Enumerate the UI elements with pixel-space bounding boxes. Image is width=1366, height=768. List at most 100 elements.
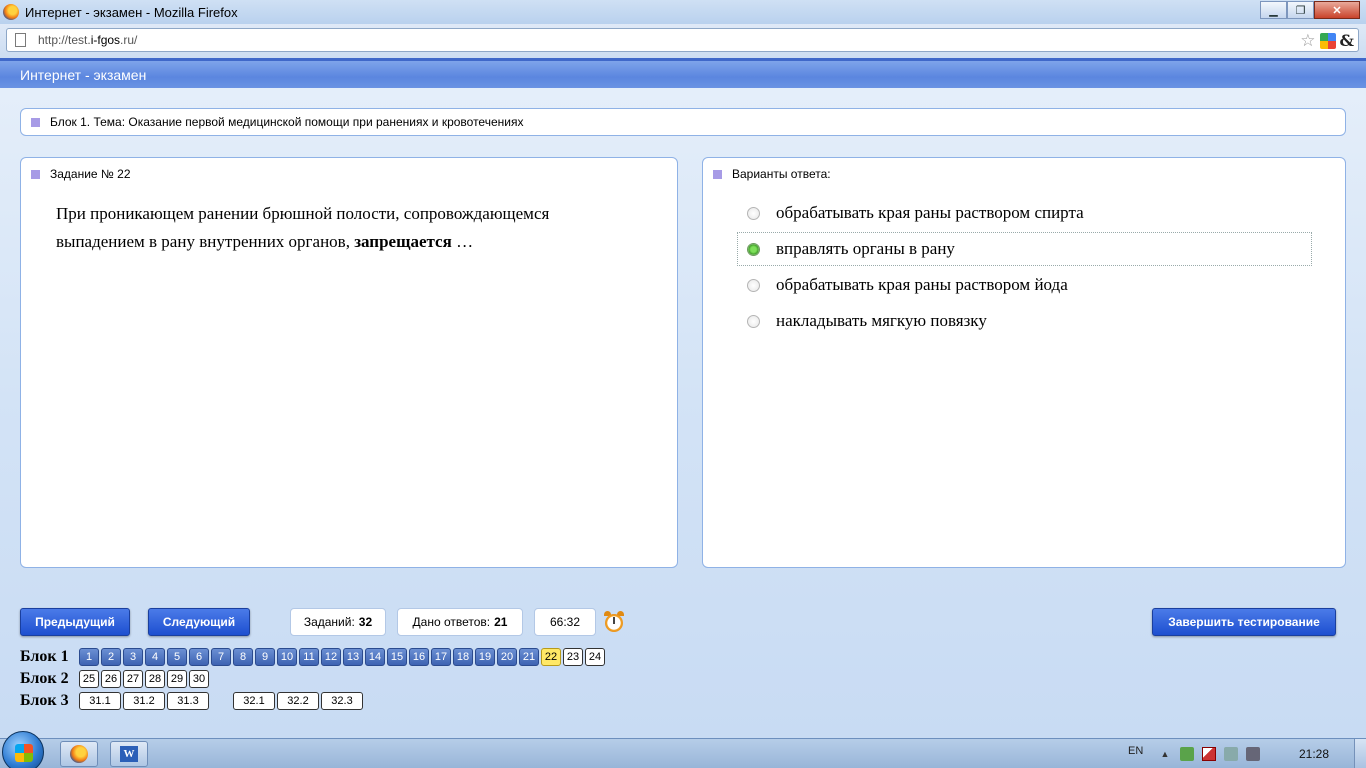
show-desktop-button[interactable] <box>1354 739 1366 768</box>
window-title: Интернет - экзамен - Mozilla Firefox <box>25 4 238 20</box>
question-nav-open[interactable]: 23 <box>563 648 583 666</box>
answer-option[interactable]: накладывать мягкую повязку <box>737 304 1312 338</box>
tasks-value: 32 <box>358 615 373 629</box>
question-panel: Задание № 22 При проникающем ранении брю… <box>20 157 678 568</box>
block-label: Блок 3 <box>20 692 69 709</box>
radio-button[interactable] <box>747 314 760 328</box>
minimize-button[interactable]: ▁ <box>1260 1 1287 19</box>
block-label: Блок 1 <box>20 648 69 665</box>
finish-test-button[interactable]: Завершить тестирование <box>1152 608 1336 636</box>
question-nav-answered[interactable]: 13 <box>343 648 363 666</box>
question-text: При проникающем ранении брюшной полости,… <box>56 200 636 256</box>
next-button[interactable]: Следующий <box>148 608 250 636</box>
answer-label: обрабатывать края раны раствором йода <box>776 275 1068 294</box>
question-nav-answered[interactable]: 1 <box>79 648 99 666</box>
previous-button[interactable]: Предыдущий <box>20 608 130 636</box>
question-nav-open[interactable]: 25 <box>79 670 99 688</box>
url-host: i-fgos <box>90 33 121 47</box>
language-indicator[interactable]: EN <box>1128 745 1143 757</box>
bullet-square-icon <box>31 117 40 127</box>
question-nav-open[interactable]: 26 <box>101 670 121 688</box>
question-nav-answered[interactable]: 14 <box>365 648 385 666</box>
answered-label: Дано ответов: <box>412 615 491 629</box>
question-nav-open[interactable]: 32.2 <box>277 692 319 710</box>
block-label: Блок 2 <box>20 670 69 687</box>
question-nav-answered[interactable]: 19 <box>475 648 495 666</box>
url-prefix: http://test. <box>38 33 91 47</box>
network-icon[interactable] <box>1180 747 1194 761</box>
question-nav-answered[interactable]: 15 <box>387 648 407 666</box>
page-icon <box>15 33 26 47</box>
window-controls: ▁ ❐ ✕ <box>1260 1 1360 19</box>
question-nav-answered[interactable]: 17 <box>431 648 451 666</box>
answer-option[interactable]: обрабатывать края раны раствором йода <box>737 268 1312 302</box>
radio-button[interactable] <box>747 278 760 292</box>
taskbar-word[interactable]: W <box>110 741 148 767</box>
alarm-clock-icon <box>604 611 624 633</box>
question-nav-answered[interactable]: 3 <box>123 648 143 666</box>
maximize-button[interactable]: ❐ <box>1287 1 1314 19</box>
question-nav-open[interactable]: 32.3 <box>321 692 363 710</box>
question-navigator: 1 2 3 4 5 6 7 8 9 10 11 12 13 14 15 16 17 18 19 20 21 22 23 24 <box>79 648 605 666</box>
question-nav-open[interactable]: 32.1 <box>233 692 275 710</box>
question-panel-header: Задание № 22 <box>21 167 131 181</box>
show-hidden-icons-icon[interactable]: ▲ <box>1158 747 1172 761</box>
question-nav-answered[interactable]: 4 <box>145 648 165 666</box>
answered-value: 21 <box>494 615 508 629</box>
question-nav-answered[interactable]: 20 <box>497 648 517 666</box>
url-bar[interactable]: http://test.i-fgos.ru/ ☆ & <box>6 28 1359 52</box>
question-ellipsis: … <box>451 232 474 251</box>
question-nav-open[interactable]: 28 <box>145 670 165 688</box>
question-nav-answered[interactable]: 9 <box>255 648 275 666</box>
taskbar-firefox[interactable] <box>60 741 98 767</box>
question-nav-answered[interactable]: 18 <box>453 648 473 666</box>
start-button[interactable] <box>2 731 44 768</box>
question-nav-open[interactable]: 24 <box>585 648 605 666</box>
question-nav-open[interactable]: 31.1 <box>79 692 121 710</box>
answered-count: Дано ответов: 21 <box>397 608 523 636</box>
block-row-1: Блок 1 1 2 3 4 5 6 7 8 9 10 11 12 13 14 15 16 17 18 19 20 21… <box>20 648 605 666</box>
bookmark-star-icon[interactable]: ☆ <box>1300 31 1315 50</box>
volume-icon[interactable] <box>1224 747 1238 761</box>
question-nav-current[interactable]: 22 <box>541 648 561 666</box>
question-nav-open[interactable]: 27 <box>123 670 143 688</box>
radio-button[interactable] <box>747 206 760 220</box>
bullet-square-icon <box>713 169 722 179</box>
question-nav-answered[interactable]: 2 <box>101 648 121 666</box>
url-suffix: .ru/ <box>120 33 138 47</box>
question-nav-open[interactable]: 31.2 <box>123 692 165 710</box>
navigator-spacer <box>211 692 231 710</box>
radio-button-checked[interactable] <box>747 242 760 256</box>
page-title: Интернет - экзамен <box>20 67 147 83</box>
block-row-3: Блок 3 31.1 31.2 31.3 32.1 32.2 32.3 <box>20 692 363 710</box>
question-nav-answered[interactable]: 8 <box>233 648 253 666</box>
question-nav-answered[interactable]: 7 <box>211 648 231 666</box>
firefox-icon <box>70 745 88 763</box>
url-bar-actions: ☆ & <box>1300 31 1354 50</box>
tasks-count: Заданий: 32 <box>290 608 386 636</box>
window-titlebar: Интернет - экзамен - Mozilla Firefox ▁ ❐… <box>0 0 1366 24</box>
question-nav-open[interactable]: 30 <box>189 670 209 688</box>
taskbar: W EN ▲ 21:28 <box>0 731 1366 768</box>
question-nav-answered[interactable]: 11 <box>299 648 319 666</box>
url-text[interactable]: http://test.i-fgos.ru/ <box>38 33 137 47</box>
question-nav-open[interactable]: 29 <box>167 670 187 688</box>
question-nav-answered[interactable]: 12 <box>321 648 341 666</box>
question-nav-answered[interactable]: 10 <box>277 648 297 666</box>
google-icon[interactable] <box>1319 32 1336 49</box>
action-center-flag-icon[interactable] <box>1202 747 1216 761</box>
clock[interactable]: 21:28 <box>1299 747 1329 761</box>
answer-option-selected[interactable]: вправлять органы в рану <box>737 232 1312 266</box>
power-icon[interactable] <box>1246 747 1260 761</box>
question-nav-answered[interactable]: 21 <box>519 648 539 666</box>
ampersand-icon[interactable]: & <box>1340 31 1354 50</box>
block-topic-text: Блок 1. Тема: Оказание первой медицинско… <box>50 115 524 129</box>
answer-option[interactable]: обрабатывать края раны раствором спирта <box>737 196 1312 230</box>
block-row-2: Блок 2 25 26 27 28 29 30 <box>20 670 209 688</box>
question-nav-open[interactable]: 31.3 <box>167 692 209 710</box>
question-nav-answered[interactable]: 16 <box>409 648 429 666</box>
question-nav-answered[interactable]: 6 <box>189 648 209 666</box>
exam-page: Интернет - экзамен Блок 1. Тема: Оказани… <box>0 58 1366 738</box>
close-button[interactable]: ✕ <box>1314 1 1360 19</box>
question-nav-answered[interactable]: 5 <box>167 648 187 666</box>
